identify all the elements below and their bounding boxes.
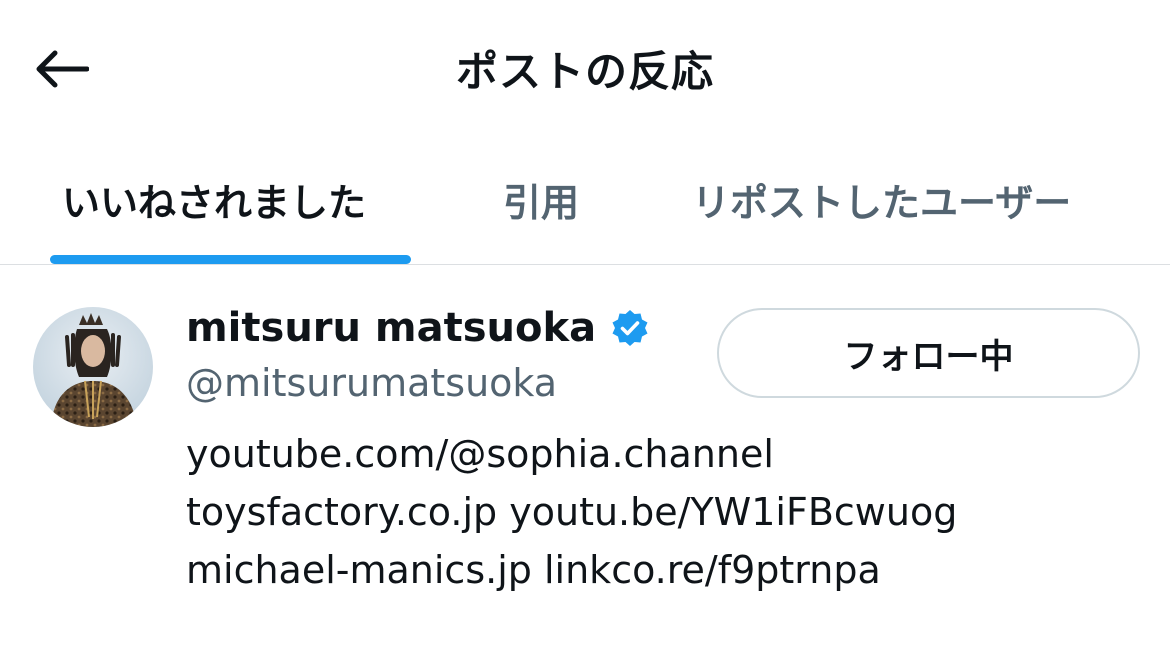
bio-link-michael-manics[interactable]: michael-manics.jp xyxy=(186,548,532,592)
bio-line: youtube.com/@sophia.channel xyxy=(186,425,1146,483)
active-tab-indicator xyxy=(50,255,411,264)
tab-liked-by[interactable]: いいねされました xyxy=(62,172,366,227)
bio-link-youtube[interactable]: youtube.com/@sophia.channel xyxy=(186,432,774,476)
user-cell[interactable]: mitsuru matsuoka @mitsurumatsuoka フォロー中 … xyxy=(0,265,1170,651)
display-name-row: mitsuru matsuoka xyxy=(186,305,650,351)
page-title: ポストの反応 xyxy=(455,47,714,96)
bio-link-linkco[interactable]: linkco.re/f9ptrnpa xyxy=(544,548,881,592)
bio-line: toysfactory.co.jp youtu.be/YW1iFBcwuog xyxy=(186,483,1146,541)
verified-badge-icon xyxy=(610,308,650,348)
display-name[interactable]: mitsuru matsuoka xyxy=(186,305,596,351)
bio-link-youtu-be[interactable]: youtu.be/YW1iFBcwuog xyxy=(509,490,957,534)
tab-reposts[interactable]: リポストしたユーザー xyxy=(692,172,1071,227)
bio-line: michael-manics.jp linkco.re/f9ptrnpa xyxy=(186,541,1146,599)
user-bio: youtube.com/@sophia.channel toysfactory.… xyxy=(186,425,1146,599)
following-button[interactable]: フォロー中 xyxy=(717,308,1140,398)
avatar-image xyxy=(33,307,153,427)
post-engagements-screen: ポストの反応 いいねされました 引用 リポストしたユーザー mitsuru ma… xyxy=(0,0,1170,651)
avatar[interactable] xyxy=(33,307,153,427)
user-handle: @mitsurumatsuoka xyxy=(186,361,558,405)
tab-bar: いいねされました 引用 リポストしたユーザー xyxy=(0,150,1170,264)
tab-quotes[interactable]: 引用 xyxy=(503,172,579,227)
bio-link-toysfactory[interactable]: toysfactory.co.jp xyxy=(186,490,497,534)
